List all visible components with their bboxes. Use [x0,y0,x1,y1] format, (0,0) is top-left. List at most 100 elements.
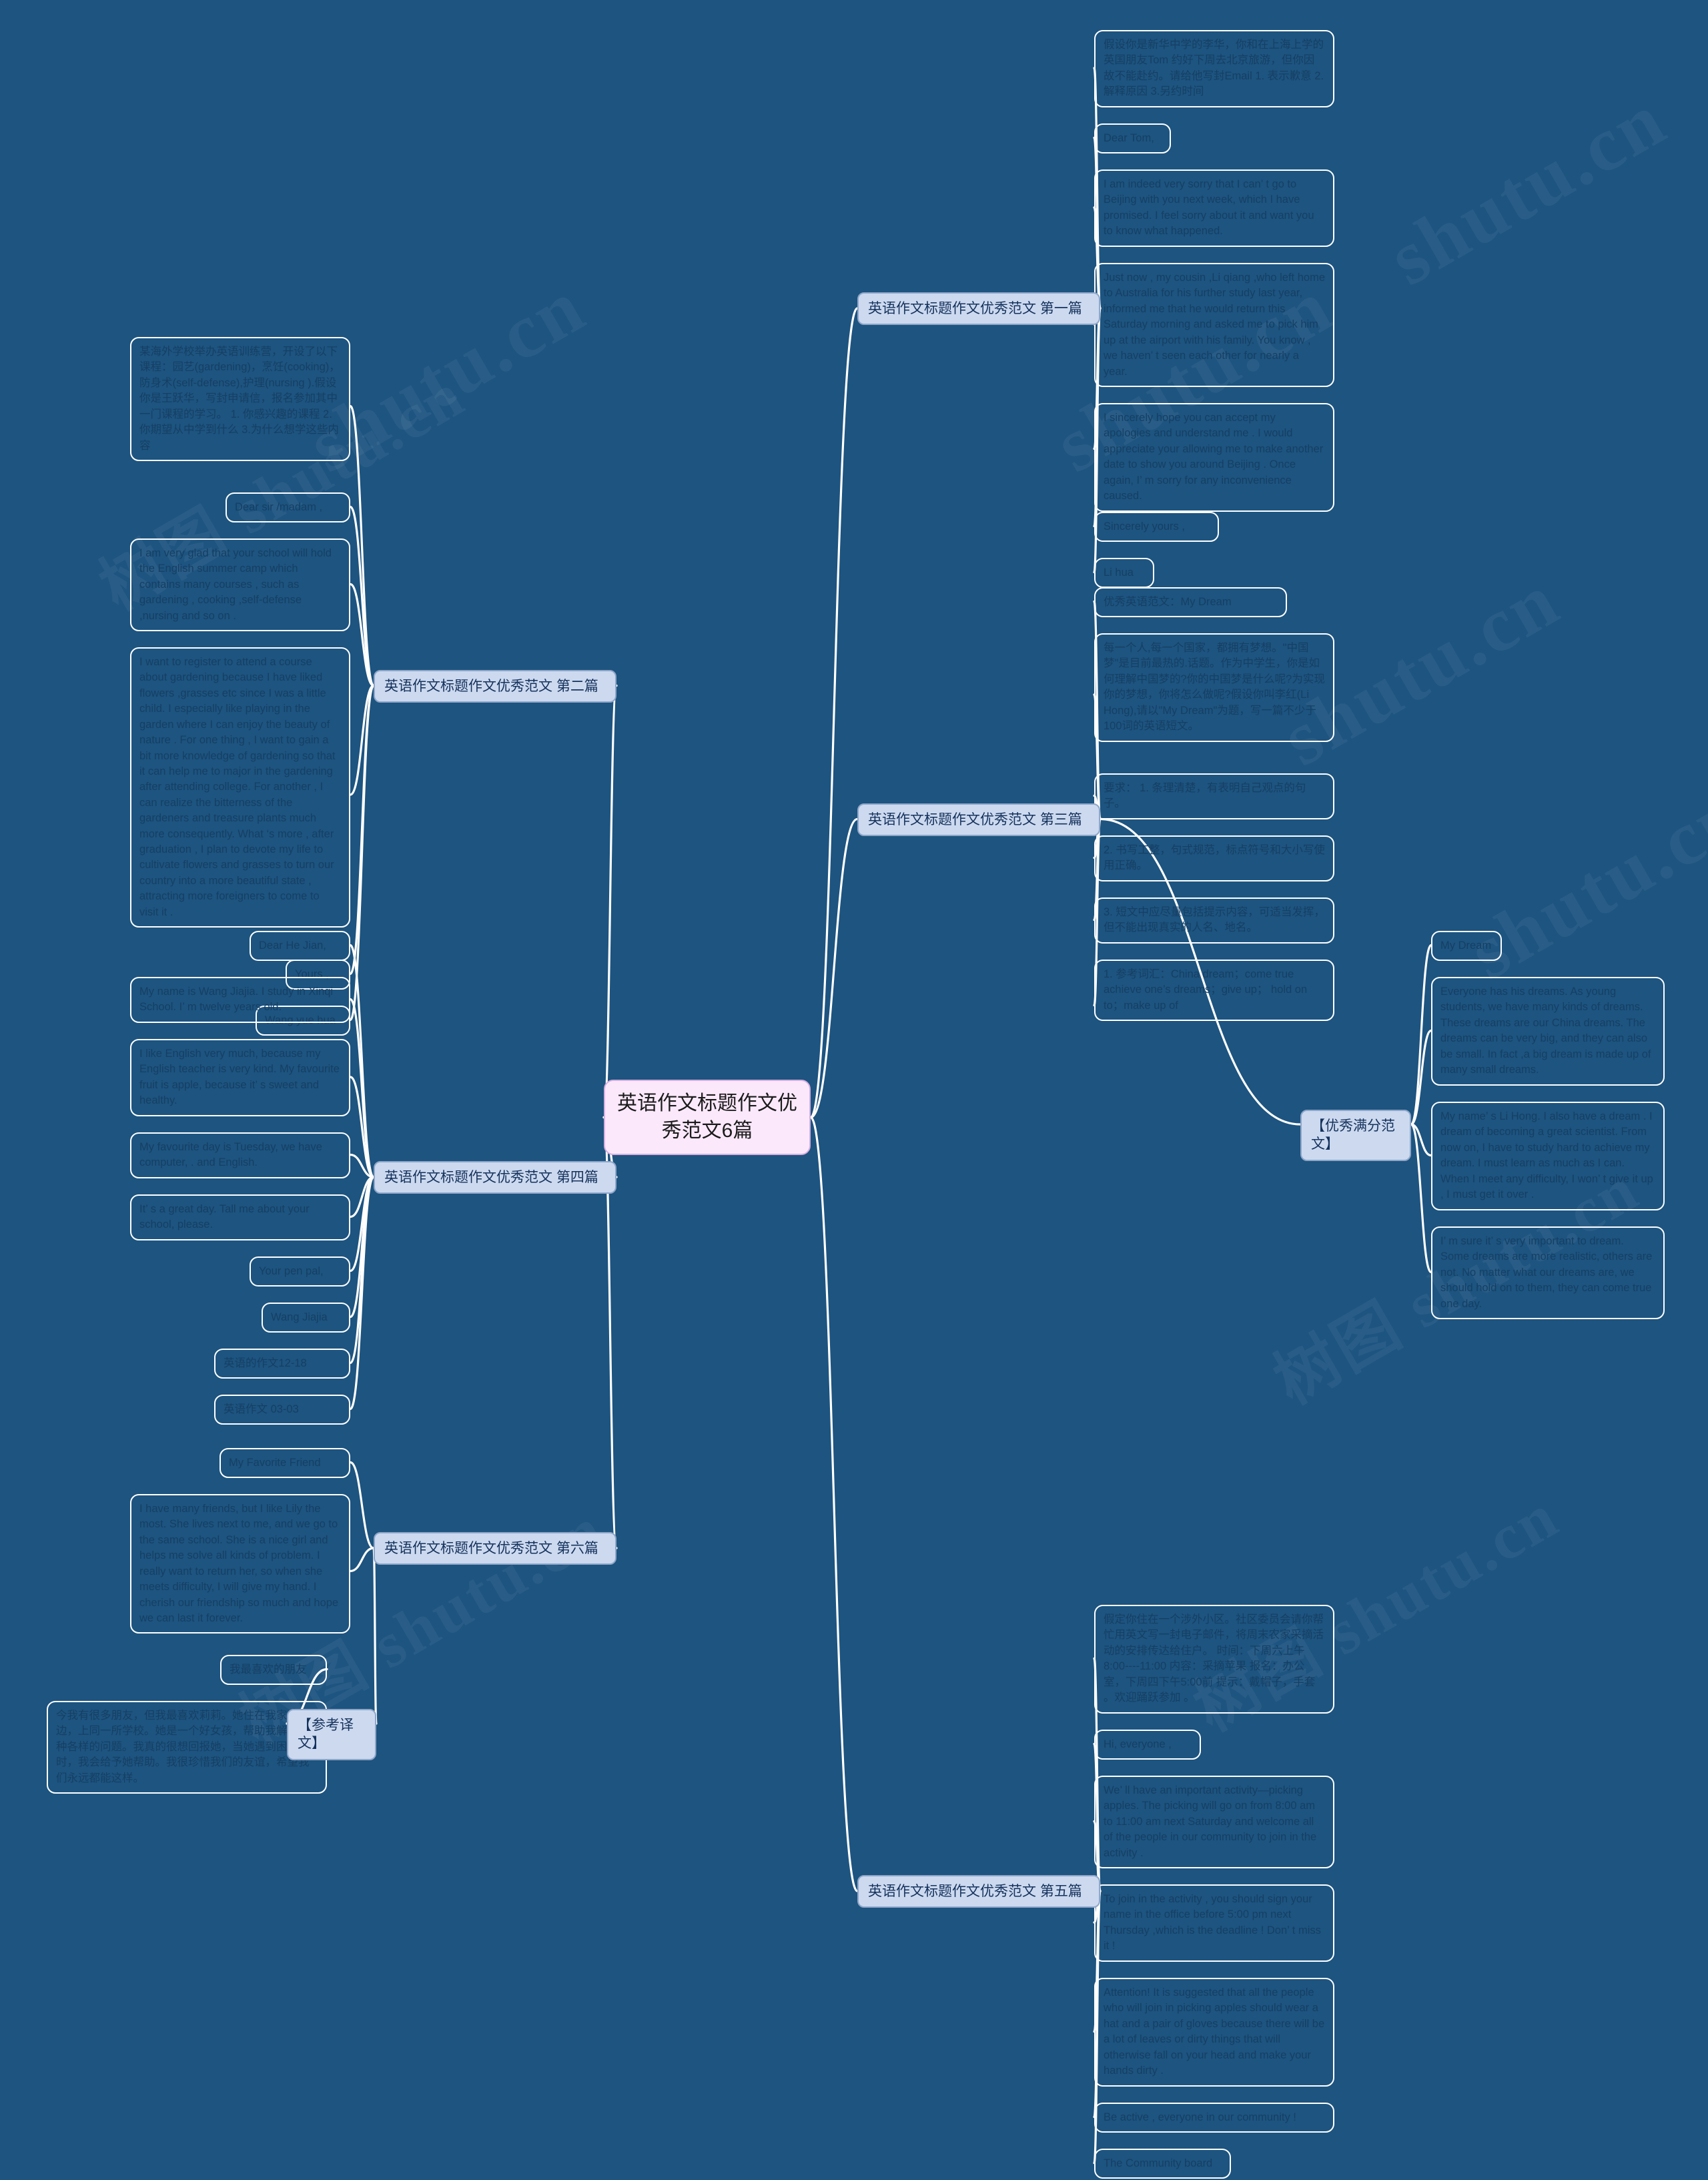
branch-node-4-label: 英语作文标题作文优秀范文 第四篇 [384,1170,598,1185]
leaf-node-label: My name’ s Li Hong. I also have a dream … [1440,1110,1657,1201]
leaf-node[interactable]: 优秀英语范文：My Dream [1094,587,1287,618]
leaf-node-label: Hi, everyone , [1104,1738,1172,1750]
sub-branch-node-my-dream-label: 【优秀满分范文】 [1311,1118,1395,1152]
leaf-node[interactable]: Hi, everyone , [1094,1730,1201,1760]
leaf-node[interactable]: 要求： 1. 条理清楚，有表明自己观点的句子。 [1094,773,1334,819]
leaf-node-label: Just now , my cousin ,Li qiang ,who left… [1104,272,1328,378]
leaf-node-label: 我最喜欢的朋友 [230,1664,307,1676]
branch-node-3-label: 英语作文标题作文优秀范文 第三篇 [868,811,1082,827]
leaf-node[interactable]: 每一个人,每一个国家，都拥有梦想。"中国梦"是目前最热的.话题。作为中学生，你是… [1094,633,1334,742]
leaf-node-label: 英语作文 03-03 [224,1403,299,1415]
leaf-node-label: I want to register to attend a course ab… [139,656,339,918]
leaf-node-label: 假设你是新华中学的李华，你和在上海上学的英国朋友Tom 约好下周去北京旅游，但你… [1104,39,1324,98]
leaf-node[interactable]: Dear sir /madam , [226,492,350,523]
leaf-node-label: I’ m sure it’ s very important to dream.… [1440,1235,1655,1310]
branch-node-4[interactable]: 英语作文标题作文优秀范文 第四篇 [374,1161,616,1194]
leaf-node[interactable]: I am very glad that your school will hol… [130,538,350,632]
leaf-node[interactable]: 英语作文 03-03 [214,1395,350,1425]
leaf-node-label: Attention! It is suggested that all the … [1104,1986,1328,2077]
leaf-node-label: Everyone has his dreams. As young studen… [1440,986,1655,1076]
branch-node-1-label: 英语作文标题作文优秀范文 第一篇 [868,301,1082,316]
branch-node-6-label: 英语作文标题作文优秀范文 第六篇 [384,1541,598,1556]
leaf-node[interactable]: I like English very much, because my Eng… [130,1039,350,1116]
leaf-node-label: 优秀英语范文：My Dream [1104,596,1232,608]
leaf-node[interactable]: We’ ll have an important activity—pickin… [1094,1776,1334,1869]
sub-branch-node-translation-label: 【参考译文】 [298,1718,354,1752]
leaf-node-label: 某海外学校举办英语训练营，开设了以下课程：园艺(gardening)，烹饪(co… [139,346,340,452]
leaf-node[interactable]: It’ s a great day. Tall me about your sc… [130,1194,350,1240]
leaf-node-label: 英语的作文12-18 [224,1357,307,1369]
root-node[interactable]: 英语作文标题作文优秀范文6篇 [604,1080,811,1155]
branch-node-6[interactable]: 英语作文标题作文优秀范文 第六篇 [374,1532,616,1565]
leaf-node-label: My Favorite Friend [229,1457,321,1469]
leaf-node-label: Your pen pal, [259,1265,324,1277]
leaf-node-label: Dear Tom, [1104,132,1154,144]
leaf-node-label: I sincerely hope you can accept my apolo… [1104,412,1326,502]
leaf-node[interactable]: I’ m sure it’ s very important to dream.… [1431,1226,1665,1320]
leaf-node-label: We’ ll have an important activity—pickin… [1104,1784,1320,1859]
leaf-node-label: Sincerely yours , [1104,520,1185,532]
mindmap-canvas: 树图 shutu.cn shutu.cn 树图 shutu.cn 树图 shutu.c… [0,0,1708,2180]
leaf-node-label: 3. 短文中应尽量包括提示内容，可适当发挥，但不能出现真实的人名、地名。 [1104,906,1325,934]
branch-node-1[interactable]: 英语作文标题作文优秀范文 第一篇 [857,292,1100,326]
leaf-node-label: Be active , everyone in our community ! [1104,2111,1296,2123]
root-node-label: 英语作文标题作文优秀范文6篇 [617,1092,797,1142]
leaf-node-label: I have many friends, but I like Lily the… [139,1503,342,1624]
leaf-node[interactable]: Just now , my cousin ,Li qiang ,who left… [1094,263,1334,387]
leaf-node-label: The Community board [1104,2157,1213,2169]
sub-branch-node-my-dream[interactable]: 【优秀满分范文】 [1300,1110,1411,1161]
leaf-node-label: To join in the activity , you should sig… [1104,1893,1324,1952]
leaf-node[interactable]: I want to register to attend a course ab… [130,647,350,928]
branch-node-5-label: 英语作文标题作文优秀范文 第五篇 [868,1884,1082,1899]
leaf-node-label: Dear He Jian, [259,940,326,952]
leaf-node-label: 1. 参考词汇：China dream；come true achieve on… [1104,968,1310,1012]
watermark: shutu.cn [1455,770,1708,996]
leaf-node-label: Li hua [1104,567,1134,579]
leaf-node[interactable]: Everyone has his dreams. As young studen… [1431,977,1665,1086]
leaf-node-label: Dear sir /madam , [235,501,323,513]
leaf-node[interactable]: My Dream [1431,931,1502,962]
leaf-node-label: 2. 书写工整，句式规范，标点符号和大小写使用正确。 [1104,844,1325,872]
leaf-node[interactable]: My favourite day is Tuesday, we have com… [130,1132,350,1178]
leaf-node[interactable]: 英语的作文12-18 [214,1349,350,1379]
leaf-node-label: It’ s a great day. Tall me about your sc… [139,1203,313,1231]
leaf-node-label: 今我有很多朋友，但我最喜欢莉莉。她住在我家旁边，上同一所学校。她是一个好女孩，帮… [56,1710,310,1784]
branch-node-2[interactable]: 英语作文标题作文优秀范文 第二篇 [374,669,616,703]
leaf-node[interactable]: I sincerely hope you can accept my apolo… [1094,403,1334,512]
leaf-node[interactable]: 某海外学校举办英语训练营，开设了以下课程：园艺(gardening)，烹饪(co… [130,337,350,461]
leaf-node-label: I like English very much, because my Eng… [139,1048,343,1107]
leaf-node-label: 假定你住在一个涉外小区。社区委员会请你帮忙用英文写一封电子邮件，将周末农家采摘活… [1104,1613,1324,1704]
leaf-node[interactable]: 我最喜欢的朋友 [220,1655,327,1686]
watermark: shutu.cn [1375,76,1681,302]
branch-node-2-label: 英语作文标题作文优秀范文 第二篇 [384,678,598,694]
leaf-node[interactable]: Dear Tom, [1094,123,1171,154]
leaf-node[interactable]: 假设你是新华中学的李华，你和在上海上学的英国朋友Tom 约好下周去北京旅游，但你… [1094,30,1334,107]
leaf-node[interactable]: Your pen pal, [250,1256,350,1287]
leaf-node[interactable]: I am indeed very sorry that I can’ t go … [1094,169,1334,247]
leaf-node[interactable]: Dear He Jian, [250,931,350,962]
leaf-node-label: 每一个人,每一个国家，都拥有梦想。"中国梦"是目前最热的.话题。作为中学生，你是… [1104,642,1325,733]
leaf-node[interactable]: My name’ s Li Hong. I also have a dream … [1431,1102,1665,1210]
leaf-node[interactable]: 2. 书写工整，句式规范，标点符号和大小写使用正确。 [1094,835,1334,881]
leaf-node[interactable]: Be active , everyone in our community ! [1094,2103,1334,2133]
leaf-node-label: Wang Jiajia [271,1311,328,1323]
branch-node-5[interactable]: 英语作文标题作文优秀范文 第五篇 [857,1875,1100,1908]
leaf-node[interactable]: 3. 短文中应尽量包括提示内容，可适当发挥，但不能出现真实的人名、地名。 [1094,897,1334,944]
leaf-node[interactable]: Li hua [1094,558,1154,589]
leaf-node-label: I am indeed very sorry that I can’ t go … [1104,178,1318,238]
leaf-node[interactable]: The Community board [1094,2149,1231,2179]
leaf-node-label: My Dream [1440,940,1492,952]
leaf-node-label: My name is Wang Jiajia. I study in Xinqi… [139,986,336,1014]
leaf-node[interactable]: Attention! It is suggested that all the … [1094,1978,1334,2087]
leaf-node[interactable]: 假定你住在一个涉外小区。社区委员会请你帮忙用英文写一封电子邮件，将周末农家采摘活… [1094,1605,1334,1714]
leaf-node[interactable]: Sincerely yours , [1094,512,1219,542]
sub-branch-node-translation[interactable]: 【参考译文】 [287,1709,376,1760]
leaf-node[interactable]: Wang Jiajia [262,1303,350,1333]
leaf-node[interactable]: My name is Wang Jiajia. I study in Xinqi… [130,977,350,1023]
leaf-node[interactable]: I have many friends, but I like Lily the… [130,1494,350,1634]
leaf-node[interactable]: 今我有很多朋友，但我最喜欢莉莉。她住在我家旁边，上同一所学校。她是一个好女孩，帮… [47,1701,327,1794]
branch-node-3[interactable]: 英语作文标题作文优秀范文 第三篇 [857,803,1100,836]
leaf-node[interactable]: My Favorite Friend [220,1448,350,1479]
leaf-node[interactable]: 1. 参考词汇：China dream；come true achieve on… [1094,960,1334,1022]
leaf-node[interactable]: To join in the activity , you should sig… [1094,1884,1334,1962]
